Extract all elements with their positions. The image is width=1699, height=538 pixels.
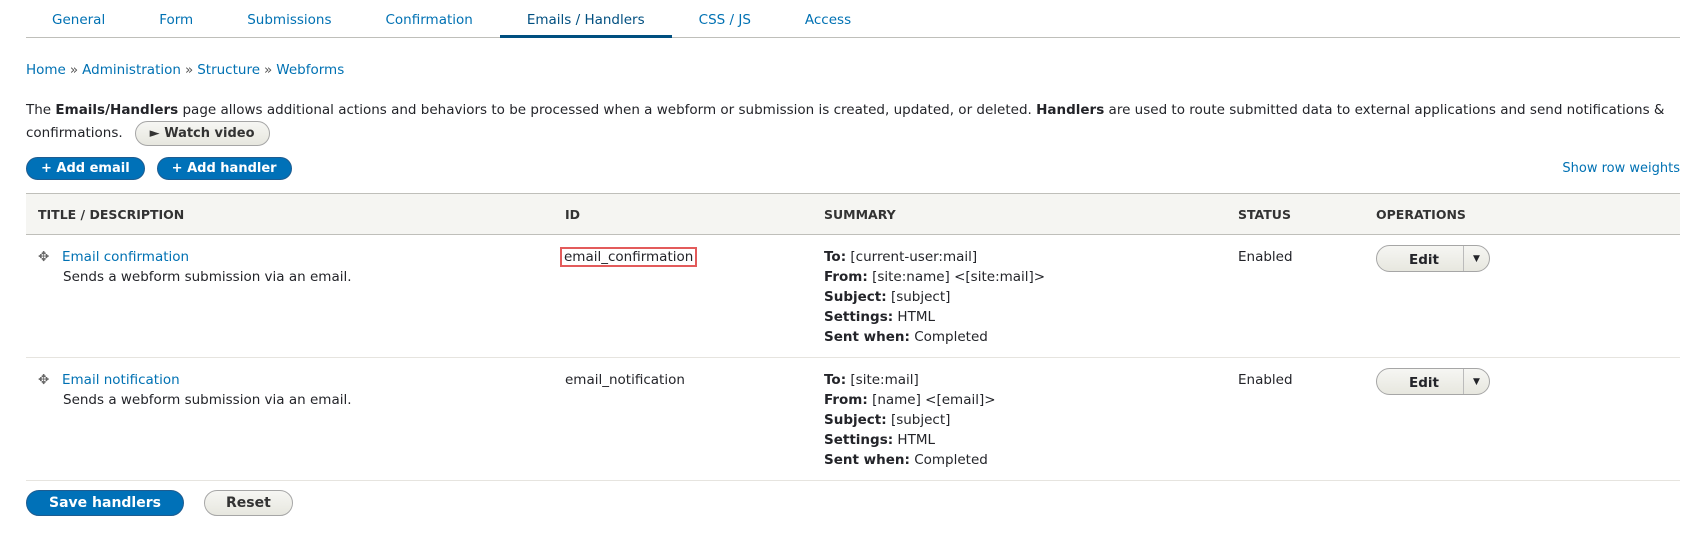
- summary-label: From:: [824, 269, 868, 285]
- tabs: General Form Submissions Confirmation Em…: [26, 0, 1680, 38]
- cell-id: email_notification: [553, 357, 812, 481]
- add-handler-button[interactable]: + Add handler: [156, 157, 292, 180]
- cell-status: Enabled: [1226, 234, 1364, 358]
- summary-subject: Subject: [subject]: [824, 410, 1214, 430]
- summary-value: HTML: [897, 432, 935, 448]
- watch-video-button[interactable]: ► Watch video: [134, 121, 270, 146]
- desc-text: page allows additional actions and behav…: [178, 102, 1037, 118]
- summary-value: [name] <[email]>: [872, 392, 996, 408]
- summary-to: To: [current-user:mail]: [824, 247, 1214, 267]
- table-row: ✥ Email confirmation Sends a webform submi…: [26, 234, 1680, 358]
- summary-settings: Settings: HTML: [824, 307, 1214, 327]
- handler-id: email_notification: [565, 372, 685, 388]
- summary-sent-when: Sent when: Completed: [824, 327, 1214, 347]
- reset-button[interactable]: Reset: [203, 490, 293, 516]
- breadcrumb: Home» Administration» Structure» Webforms: [26, 62, 344, 78]
- summary-from: From: [name] <[email]>: [824, 390, 1214, 410]
- handler-description: Sends a webform submission via an email.: [63, 392, 352, 408]
- summary-label: Subject:: [824, 289, 887, 305]
- handlers-table: TITLE / DESCRIPTION ID SUMMARY STATUS OP…: [26, 193, 1680, 481]
- tab-confirmation[interactable]: Confirmation: [358, 0, 499, 38]
- tab-emails-handlers[interactable]: Emails / Handlers: [499, 0, 672, 38]
- desc-bold: Emails/Handlers: [55, 102, 179, 118]
- summary-from: From: [site:name] <[site:mail]>: [824, 267, 1214, 287]
- breadcrumb-administration[interactable]: Administration: [82, 62, 181, 78]
- add-email-button[interactable]: + Add email: [26, 157, 145, 180]
- breadcrumb-structure[interactable]: Structure: [197, 62, 260, 78]
- header-title: TITLE / DESCRIPTION: [26, 193, 553, 235]
- table-row: ✥ Email notification Sends a webform submi…: [26, 357, 1680, 481]
- dropdown-arrow-icon[interactable]: ▼: [1464, 369, 1489, 394]
- summary-label: Settings:: [824, 432, 894, 448]
- desc-text: The: [26, 102, 56, 118]
- summary-value: HTML: [897, 309, 935, 325]
- operations-dropbutton: Edit ▼: [1376, 368, 1490, 395]
- drag-handle-icon[interactable]: ✥: [38, 370, 62, 390]
- cell-status: Enabled: [1226, 357, 1364, 481]
- cell-operations: Edit ▼: [1364, 357, 1680, 481]
- summary-value: [site:name] <[site:mail]>: [872, 269, 1046, 285]
- save-handlers-button[interactable]: Save handlers: [26, 490, 184, 516]
- header-summary: SUMMARY: [812, 193, 1226, 235]
- summary-label: To:: [824, 372, 847, 388]
- header-id: ID: [553, 193, 812, 235]
- handler-description: Sends a webform submission via an email.: [63, 269, 352, 285]
- tab-css-js[interactable]: CSS / JS: [672, 0, 778, 38]
- drag-handle-icon[interactable]: ✥: [38, 247, 62, 267]
- summary-label: Sent when:: [824, 452, 910, 468]
- cell-summary: To: [current-user:mail] From: [site:name]…: [812, 234, 1226, 358]
- tab-submissions[interactable]: Submissions: [220, 0, 358, 38]
- handler-title-link[interactable]: Email confirmation: [62, 249, 189, 265]
- summary-value: [current-user:mail]: [850, 249, 978, 265]
- cell-id: email_confirmation: [553, 234, 812, 358]
- summary-value: [subject]: [890, 412, 951, 428]
- tab-access[interactable]: Access: [778, 0, 878, 38]
- cell-operations: Edit ▼: [1364, 234, 1680, 358]
- breadcrumb-home[interactable]: Home: [26, 62, 66, 78]
- operations-dropbutton: Edit ▼: [1376, 245, 1490, 272]
- summary-value: Completed: [914, 452, 988, 468]
- summary-label: To:: [824, 249, 847, 265]
- summary-subject: Subject: [subject]: [824, 287, 1214, 307]
- summary-label: Sent when:: [824, 329, 910, 345]
- edit-button[interactable]: Edit: [1377, 246, 1464, 271]
- summary-sent-when: Sent when: Completed: [824, 450, 1214, 470]
- summary-label: From:: [824, 392, 868, 408]
- summary-value: [site:mail]: [850, 372, 919, 388]
- header-status: STATUS: [1226, 193, 1364, 235]
- summary-value: Completed: [914, 329, 988, 345]
- summary-settings: Settings: HTML: [824, 430, 1214, 450]
- cell-title: ✥ Email confirmation Sends a webform submi…: [26, 234, 553, 358]
- breadcrumb-separator: »: [69, 62, 79, 78]
- desc-bold: Handlers: [1036, 102, 1105, 118]
- summary-label: Settings:: [824, 309, 894, 325]
- summary-label: Subject:: [824, 412, 887, 428]
- breadcrumb-separator: »: [264, 62, 273, 78]
- cell-summary: To: [site:mail] From: [name] <[email]> Sub…: [812, 357, 1226, 481]
- show-row-weights-link[interactable]: Show row weights: [1562, 161, 1680, 176]
- dropdown-arrow-icon[interactable]: ▼: [1464, 246, 1489, 271]
- cell-title: ✥ Email notification Sends a webform submi…: [26, 357, 553, 481]
- handler-id: email_confirmation: [559, 247, 698, 267]
- breadcrumb-separator: »: [184, 62, 194, 78]
- summary-to: To: [site:mail]: [824, 370, 1214, 390]
- summary-value: [subject]: [890, 289, 951, 305]
- tab-general[interactable]: General: [26, 0, 132, 38]
- header-operations: OPERATIONS: [1364, 193, 1680, 235]
- page-description: The Emails/Handlers page allows addition…: [26, 100, 1676, 146]
- breadcrumb-webforms[interactable]: Webforms: [276, 62, 344, 78]
- tab-form[interactable]: Form: [132, 0, 220, 38]
- handler-title-link[interactable]: Email notification: [62, 372, 180, 388]
- edit-button[interactable]: Edit: [1377, 369, 1464, 394]
